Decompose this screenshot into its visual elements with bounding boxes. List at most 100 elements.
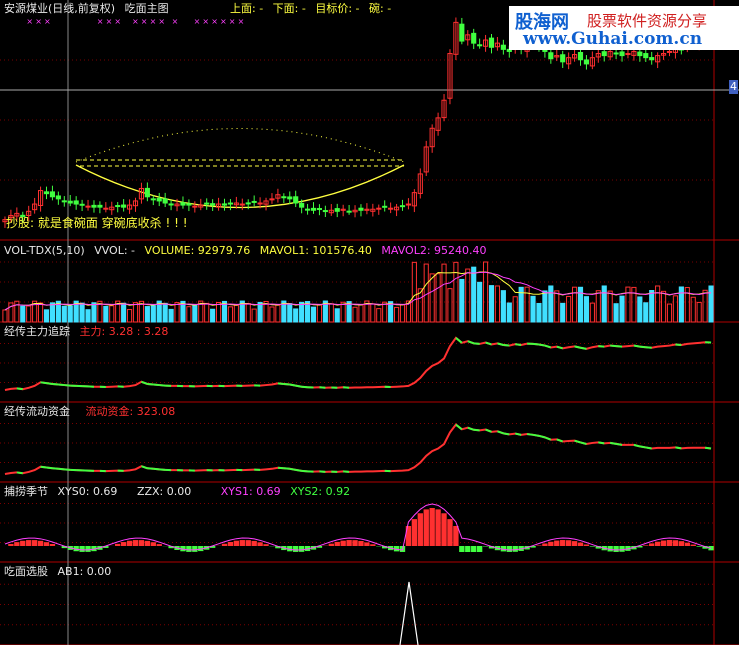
volume-bar <box>589 302 595 323</box>
season-bar <box>251 540 257 546</box>
season-bar <box>150 542 156 546</box>
volume-bar <box>429 273 435 323</box>
flow-down <box>46 466 53 470</box>
annotation-text: 抄股: 就是食碗面 穿碗底收杀 ! ! ! <box>6 216 188 230</box>
season-bar <box>654 541 661 546</box>
flow-down <box>473 428 480 432</box>
volume-bar <box>672 295 679 323</box>
season-bar <box>43 542 50 546</box>
main-values: 上面: - 下面: - 目标价: - 碗: - <box>230 2 397 16</box>
volume-bar <box>150 305 156 323</box>
season-bar <box>370 544 376 546</box>
candle-body <box>459 23 465 42</box>
candle-body <box>168 203 174 206</box>
main-force-down <box>645 346 652 349</box>
flow-down <box>467 426 475 431</box>
xys0-value: XYS0: 0.69 <box>57 485 118 498</box>
season-bar <box>14 542 20 546</box>
season-bar <box>666 540 673 546</box>
main-force-line <box>4 336 712 391</box>
candle-body <box>560 54 566 63</box>
volume-bar <box>393 306 400 323</box>
flow-down <box>289 467 296 471</box>
flow-down <box>639 445 646 449</box>
volume-bar <box>245 303 251 323</box>
stock-title: 安源煤业(日线,前复权) <box>4 2 116 15</box>
flow-down <box>580 441 587 445</box>
main-force-down <box>503 344 510 347</box>
volume-bar <box>144 306 150 323</box>
volume-bar <box>524 286 530 323</box>
volume-bar <box>548 285 554 323</box>
signal-marker: × <box>35 17 42 26</box>
volume-bar <box>494 285 501 323</box>
volume-bar <box>471 266 477 323</box>
flow-down <box>52 467 59 470</box>
candle-body <box>548 52 554 60</box>
vvol-value: VVOL: - <box>94 244 136 257</box>
volume-bar <box>696 301 702 323</box>
volume-bar <box>233 304 239 323</box>
candle-body <box>643 53 649 59</box>
signal-marker: × <box>202 17 209 26</box>
volume-bar <box>477 281 483 323</box>
volume-bar <box>619 295 625 323</box>
candle-body <box>388 207 394 210</box>
season-bar <box>156 544 162 546</box>
volume-bar <box>637 296 643 323</box>
signal-marker: × <box>114 17 121 26</box>
volume-bar <box>174 302 180 323</box>
season-bar <box>542 543 548 546</box>
signal-marker: × <box>194 17 201 26</box>
main-force-down <box>58 383 65 387</box>
flow-down <box>277 466 284 470</box>
candle-body <box>61 200 67 203</box>
flow-down <box>153 467 160 471</box>
candle-body <box>245 202 251 205</box>
select-spike <box>399 581 419 645</box>
volume-bar <box>186 306 192 323</box>
season-bar <box>696 546 702 547</box>
main-force-down <box>319 386 326 389</box>
signal-marker: × <box>97 17 104 26</box>
main-force-header: 经传主力追踪 主力: 3.28 : 3.28 <box>4 325 174 339</box>
main-force-down <box>639 345 646 349</box>
signal-marker: × <box>44 17 51 26</box>
volume-bar <box>61 305 67 323</box>
volume-bar <box>85 309 91 323</box>
candle-body <box>601 51 607 57</box>
signal-marker: × <box>150 17 157 26</box>
volume-bar <box>423 263 429 323</box>
season-bar <box>298 546 305 552</box>
flow-down <box>532 433 540 437</box>
season-xys1-line <box>4 503 712 551</box>
volume-bar <box>358 304 364 323</box>
candle-body <box>649 57 655 61</box>
flow-down <box>64 468 71 471</box>
volume-bar <box>316 304 323 323</box>
volume-bar <box>204 302 210 323</box>
volume-bar <box>299 301 305 323</box>
zzx-value: ZZX: 0.00 <box>136 485 192 498</box>
volume-bar <box>109 305 115 323</box>
main-force-down <box>538 343 546 347</box>
volume-bar <box>275 304 281 323</box>
candle-body <box>156 197 162 202</box>
main-force-down <box>556 345 563 350</box>
volume-bar <box>435 273 441 323</box>
bowl-top <box>75 128 405 163</box>
candle-body <box>613 52 619 55</box>
flow-line <box>4 423 712 475</box>
volume-bar <box>660 290 667 323</box>
volume-bar <box>293 308 299 323</box>
candle-body <box>115 205 121 208</box>
upper-value: 上面: - <box>230 2 264 15</box>
season-bar <box>429 508 435 546</box>
volume-bar <box>132 302 139 323</box>
candle-body <box>322 210 328 213</box>
volume-bar <box>328 303 334 323</box>
season-bar <box>560 540 566 546</box>
flow-down <box>159 468 166 471</box>
candle-body <box>293 196 299 204</box>
candle-body <box>500 44 506 50</box>
